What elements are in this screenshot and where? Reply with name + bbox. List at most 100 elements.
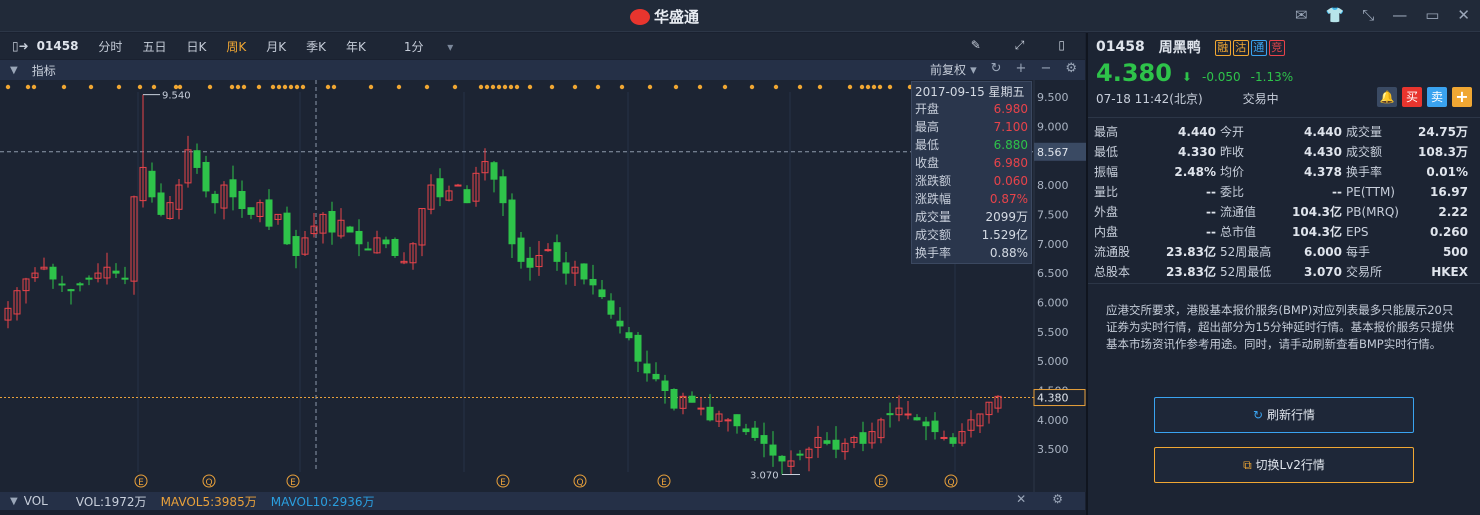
mail-icon[interactable]: ✉ [1295, 6, 1308, 24]
refresh-quote-button[interactable]: ↻ 刷新行情 [1154, 397, 1414, 433]
tab-five-day[interactable]: 五日 [132, 38, 176, 55]
candle-body [706, 406, 714, 421]
candle [202, 155, 210, 198]
event-dot [276, 84, 282, 90]
chevron-down-icon[interactable]: ▼ [10, 65, 18, 76]
minimize-button[interactable]: — [1392, 6, 1407, 24]
tooltip-key: 换手率 [915, 246, 952, 260]
tooltip-value: 1.529亿 [981, 228, 1028, 242]
stat-item: 最高 4.440 [1094, 122, 1220, 142]
close-button[interactable]: ✕ [1457, 6, 1470, 24]
stat-label: 均价 [1220, 165, 1245, 179]
alert-bell-icon[interactable]: 🔔 [1377, 87, 1397, 107]
sell-button[interactable]: 卖 [1427, 87, 1447, 107]
skin-icon[interactable]: 👕 [1326, 6, 1345, 24]
fullscreen-icon[interactable]: ⤢ [1005, 38, 1035, 53]
tab-quarterly[interactable]: 季K [296, 38, 336, 55]
candle-body [508, 199, 516, 245]
short-tag: 沽 [1232, 39, 1249, 56]
buy-button[interactable]: 买 [1402, 87, 1422, 107]
close-icon[interactable]: ✕ [1016, 492, 1026, 506]
stat-value: 23.83亿 [1166, 245, 1216, 259]
stat-item: 昨收 4.430 [1220, 142, 1346, 162]
y-tick-label: 9.000 [1037, 120, 1069, 133]
draw-icon[interactable]: ✎ [961, 38, 991, 53]
stat-label: 量比 [1094, 185, 1119, 199]
stat-value: -- [1206, 205, 1216, 219]
candle-body [949, 437, 957, 444]
stat-value: 2.48% [1174, 165, 1216, 179]
adjust-select[interactable]: 前复权 ▾ [930, 61, 977, 78]
tab-weekly[interactable]: 周K [216, 38, 256, 55]
minute-select[interactable]: 1分 ▾ [384, 38, 474, 55]
stat-item: 流通股 23.83亿 [1094, 242, 1220, 262]
event-dot [173, 84, 179, 90]
candle-body [886, 413, 894, 416]
tooltip-row: 换手率 0.88% [915, 244, 1028, 262]
settings-icon[interactable]: ⚙ [1052, 492, 1063, 506]
candle-body [49, 266, 57, 280]
indicator-label[interactable]: 指标 [32, 62, 56, 79]
candle-body [634, 334, 642, 362]
last-price-label: 4.380 [1037, 392, 1069, 405]
settings-icon[interactable]: ⚙ [1065, 61, 1077, 78]
candle-body [625, 332, 633, 339]
candle-body [940, 436, 948, 439]
maximize-button[interactable]: ▭ [1425, 6, 1439, 24]
stat-item: 内盘 -- [1094, 222, 1220, 242]
title-bar: 华盛通 ✉ 👕 ⤡ — ▭ ✕ [0, 0, 1480, 32]
event-dot [496, 84, 502, 90]
candle-body [742, 428, 750, 433]
stat-label: 总股本 [1094, 265, 1131, 279]
panel-toggle-icon[interactable]: ▯ [1048, 38, 1075, 53]
add-watchlist-button[interactable]: + [1452, 87, 1472, 107]
tab-fenshi[interactable]: 分时 [88, 38, 132, 55]
event-dot [151, 84, 157, 90]
y-tick-label: 5.500 [1037, 326, 1069, 339]
shrink-icon[interactable]: ⤡ [1362, 6, 1374, 24]
candle-body [490, 162, 498, 180]
candle-body [202, 161, 210, 192]
tab-yearly[interactable]: 年K [336, 38, 376, 55]
app-logo: 华盛通 [630, 6, 699, 27]
stat-label: 总市值 [1220, 225, 1257, 239]
adjust-value: 前复权 [929, 63, 966, 77]
minute-value: 1分 [403, 39, 424, 54]
auction-tag: 竞 [1268, 39, 1285, 56]
candle-body [454, 184, 462, 187]
collapse-icon[interactable]: ▯➜ [0, 39, 33, 53]
chevron-down-icon[interactable]: ▼ [10, 496, 18, 507]
tab-monthly[interactable]: 月K [256, 38, 296, 55]
tooltip-key: 成交量 [915, 210, 952, 224]
refresh-icon[interactable]: ↻ [991, 61, 1002, 78]
stat-label: PE(TTM) [1346, 185, 1395, 199]
candle-body [346, 226, 354, 233]
stat-label: 振幅 [1094, 165, 1119, 179]
stat-item: EPS 0.260 [1346, 222, 1472, 242]
tooltip-row: 最低 6.880 [915, 136, 1028, 154]
event-dot [452, 84, 458, 90]
stat-value: -- [1206, 185, 1216, 199]
app-title: 华盛通 [654, 8, 700, 26]
candle-body [580, 263, 588, 280]
stat-label: 流通股 [1094, 245, 1131, 259]
stat-item: 流通值 104.3亿 [1220, 202, 1346, 222]
zoom-out-icon[interactable]: − [1040, 61, 1051, 78]
zoom-in-icon[interactable]: + [1016, 61, 1027, 78]
candle [346, 225, 354, 233]
candle [391, 237, 399, 258]
candle-body [328, 210, 336, 233]
vol-label[interactable]: VOL [24, 494, 48, 508]
candle-body [148, 170, 156, 198]
y-tick-label: 7.000 [1037, 238, 1069, 251]
event-dot [887, 84, 893, 90]
event-dot [647, 84, 653, 90]
tab-daily[interactable]: 日K [176, 38, 216, 55]
stat-value: 6.000 [1304, 245, 1342, 259]
y-tick-label: 9.500 [1037, 91, 1069, 104]
y-tick-label: 8.000 [1037, 179, 1069, 192]
stat-value: -- [1332, 185, 1342, 199]
price-change: -0.050 [1201, 70, 1241, 84]
switch-lv2-button[interactable]: ⧉ 切换Lv2行情 [1154, 447, 1414, 483]
candle-body [499, 176, 507, 204]
